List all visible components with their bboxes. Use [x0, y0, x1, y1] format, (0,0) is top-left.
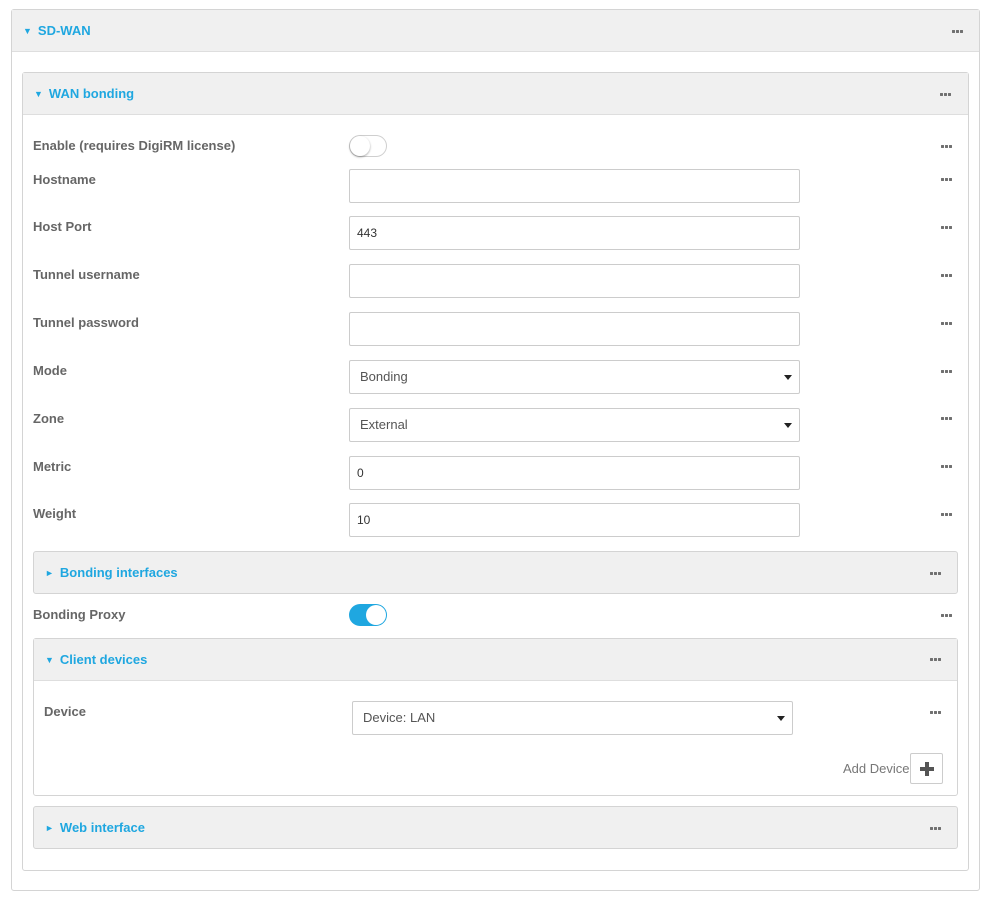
hostname-label: Hostname: [33, 172, 96, 187]
bonding-interfaces-more-icon[interactable]: [930, 572, 942, 576]
caret-down-icon: [784, 375, 792, 380]
host-port-more-icon[interactable]: [941, 226, 953, 230]
weight-input[interactable]: [349, 503, 800, 537]
tunnel-username-input[interactable]: [349, 264, 800, 298]
mode-label: Mode: [33, 363, 67, 378]
metric-input[interactable]: [349, 456, 800, 490]
triangle-right-icon: ►: [45, 823, 54, 833]
add-device-label: Add Device: [843, 761, 910, 776]
tunnel-password-input[interactable]: [349, 312, 800, 346]
bonding-interfaces-title[interactable]: ► Bonding interfaces: [45, 565, 178, 580]
device-select-value: Device: LAN: [363, 710, 436, 725]
device-label: Device: [44, 704, 86, 719]
wan-bonding-title-label: WAN bonding: [48, 86, 135, 101]
client-devices-header[interactable]: [34, 639, 957, 681]
caret-down-icon: [784, 423, 792, 428]
zone-label: Zone: [33, 411, 65, 426]
metric-label: Metric: [33, 459, 72, 474]
mode-select[interactable]: Bonding: [349, 360, 800, 394]
tunnel-password-more-icon[interactable]: [941, 322, 953, 326]
sdwan-title-label: SD-WAN: [37, 23, 91, 38]
sdwan-header[interactable]: [12, 10, 979, 52]
device-more-icon[interactable]: [930, 711, 942, 715]
bonding-proxy-more-icon[interactable]: [941, 614, 953, 618]
client-devices-title-label: Client devices: [59, 652, 148, 667]
bonding-proxy-label: Bonding Proxy: [33, 607, 126, 622]
tunnel-username-more-icon[interactable]: [941, 274, 953, 278]
weight-more-icon[interactable]: [941, 513, 953, 517]
zone-select-value: External: [360, 417, 408, 432]
host-port-input[interactable]: [349, 216, 800, 250]
hostname-more-icon[interactable]: [941, 178, 953, 182]
web-interface-title[interactable]: ► Web interface: [45, 820, 145, 835]
triangle-right-icon: ►: [45, 568, 54, 578]
host-port-label: Host Port: [33, 219, 92, 234]
sdwan-title[interactable]: ▼ SD-WAN: [23, 23, 91, 38]
tunnel-password-label: Tunnel password: [33, 315, 139, 330]
device-select[interactable]: Device: LAN: [352, 701, 793, 735]
web-interface-more-icon[interactable]: [930, 827, 942, 831]
enable-label: Enable (requires DigiRM license): [33, 138, 236, 153]
zone-more-icon[interactable]: [941, 417, 953, 421]
triangle-down-icon: ▼: [34, 89, 43, 99]
client-devices-title[interactable]: ▼ Client devices: [45, 652, 147, 667]
bonding-proxy-toggle[interactable]: [349, 604, 387, 626]
bonding-interfaces-title-label: Bonding interfaces: [59, 565, 178, 580]
web-interface-panel[interactable]: [33, 806, 958, 849]
add-device-button[interactable]: [910, 753, 943, 784]
client-devices-more-icon[interactable]: [930, 658, 942, 662]
hostname-input[interactable]: [349, 169, 800, 203]
enable-more-icon[interactable]: [941, 145, 953, 149]
triangle-down-icon: ▼: [23, 26, 32, 36]
wan-bonding-title[interactable]: ▼ WAN bonding: [34, 86, 134, 101]
weight-label: Weight: [33, 506, 77, 521]
tunnel-username-label: Tunnel username: [33, 267, 140, 282]
triangle-down-icon: ▼: [45, 655, 54, 665]
mode-more-icon[interactable]: [941, 370, 953, 374]
wan-bonding-more-icon[interactable]: [940, 93, 952, 97]
caret-down-icon: [777, 716, 785, 721]
sdwan-more-icon[interactable]: [952, 30, 964, 34]
mode-select-value: Bonding: [360, 369, 408, 384]
wan-bonding-header[interactable]: [23, 73, 968, 115]
web-interface-title-label: Web interface: [59, 820, 145, 835]
toggle-knob: [366, 605, 386, 625]
enable-toggle[interactable]: [349, 135, 387, 157]
toggle-knob: [350, 136, 370, 156]
zone-select[interactable]: External: [349, 408, 800, 442]
plus-icon-vertical: [925, 762, 929, 776]
metric-more-icon[interactable]: [941, 465, 953, 469]
